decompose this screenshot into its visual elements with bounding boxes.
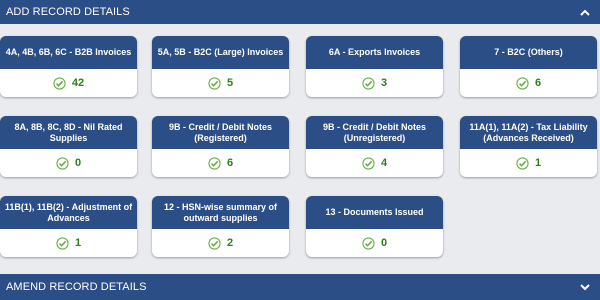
tile-count: 6 bbox=[226, 157, 234, 169]
add-record-details-title: ADD RECORD DETAILS bbox=[6, 6, 130, 18]
tile-title: 11A(1), 11A(2) - Tax Liability (Advances… bbox=[460, 116, 597, 149]
check-circle-icon bbox=[516, 156, 529, 170]
tile-b2b-invoices[interactable]: 4A, 4B, 6B, 6C - B2B Invoices 42 bbox=[0, 36, 137, 97]
tile-nil-rated-supplies[interactable]: 8A, 8B, 8C, 8D - Nil Rated Supplies 0 bbox=[0, 116, 137, 177]
check-circle-icon bbox=[56, 156, 69, 170]
tile-title: 9B - Credit / Debit Notes (Unregistered) bbox=[306, 116, 443, 149]
check-circle-icon bbox=[208, 156, 221, 170]
tile-count: 42 bbox=[71, 77, 85, 89]
tile-title: 11B(1), 11B(2) - Adjustment of Advances bbox=[0, 196, 137, 229]
tile-title: 9B - Credit / Debit Notes (Registered) bbox=[152, 116, 289, 149]
tile-title: 4A, 4B, 6B, 6C - B2B Invoices bbox=[0, 36, 137, 69]
tile-count: 2 bbox=[226, 237, 234, 249]
tile-count: 6 bbox=[534, 77, 542, 89]
check-circle-icon bbox=[362, 236, 375, 250]
tile-title: 7 - B2C (Others) bbox=[460, 36, 597, 69]
amend-record-details-header[interactable]: AMEND RECORD DETAILS bbox=[0, 274, 600, 300]
check-circle-icon bbox=[53, 76, 66, 90]
tile-documents-issued[interactable]: 13 - Documents Issued 0 bbox=[306, 196, 443, 257]
check-circle-icon bbox=[208, 236, 221, 250]
check-circle-icon bbox=[362, 76, 375, 90]
tile-count: 3 bbox=[380, 77, 388, 89]
tile-adjustment-of-advances[interactable]: 11B(1), 11B(2) - Adjustment of Advances … bbox=[0, 196, 137, 257]
tile-count: 0 bbox=[380, 237, 388, 249]
tile-count: 1 bbox=[534, 157, 542, 169]
tile-credit-debit-unregistered[interactable]: 9B - Credit / Debit Notes (Unregistered)… bbox=[306, 116, 443, 177]
chevron-down-icon[interactable] bbox=[578, 280, 592, 294]
tile-credit-debit-registered[interactable]: 9B - Credit / Debit Notes (Registered) 6 bbox=[152, 116, 289, 177]
check-circle-icon bbox=[208, 76, 221, 90]
check-circle-icon bbox=[362, 156, 375, 170]
tile-count: 1 bbox=[74, 237, 82, 249]
tile-title: 8A, 8B, 8C, 8D - Nil Rated Supplies bbox=[0, 116, 137, 149]
tile-b2c-others[interactable]: 7 - B2C (Others) 6 bbox=[460, 36, 597, 97]
tile-tax-liability-advances[interactable]: 11A(1), 11A(2) - Tax Liability (Advances… bbox=[460, 116, 597, 177]
add-record-details-header[interactable]: ADD RECORD DETAILS bbox=[0, 0, 600, 24]
tile-title: 12 - HSN-wise summary of outward supplie… bbox=[152, 196, 289, 229]
tile-title: 13 - Documents Issued bbox=[306, 196, 443, 229]
check-circle-icon bbox=[516, 76, 529, 90]
tile-count: 4 bbox=[380, 157, 388, 169]
check-circle-icon bbox=[56, 236, 69, 250]
amend-record-details-title: AMEND RECORD DETAILS bbox=[6, 281, 147, 293]
chevron-up-icon[interactable] bbox=[578, 5, 592, 19]
tile-title: 6A - Exports Invoices bbox=[306, 36, 443, 69]
tile-exports-invoices[interactable]: 6A - Exports Invoices 3 bbox=[306, 36, 443, 97]
tile-hsn-summary[interactable]: 12 - HSN-wise summary of outward supplie… bbox=[152, 196, 289, 257]
tile-title: 5A, 5B - B2C (Large) Invoices bbox=[152, 36, 289, 69]
tile-b2c-large-invoices[interactable]: 5A, 5B - B2C (Large) Invoices 5 bbox=[152, 36, 289, 97]
tile-count: 5 bbox=[226, 77, 234, 89]
tile-count: 0 bbox=[74, 157, 82, 169]
